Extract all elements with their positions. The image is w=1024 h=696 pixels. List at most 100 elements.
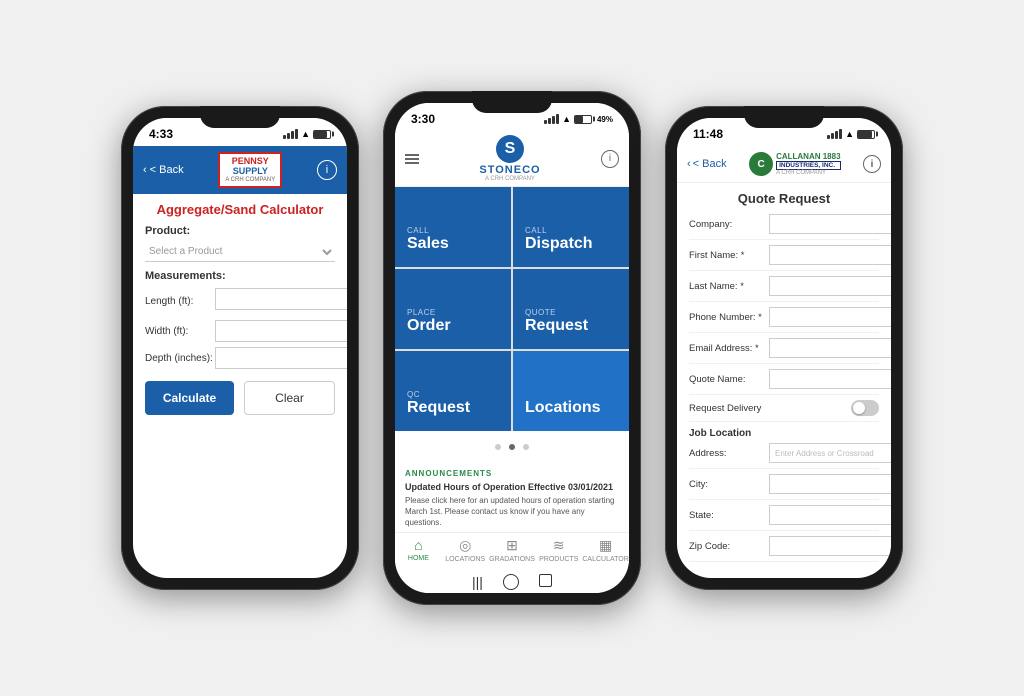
- p1-back-button[interactable]: ‹ < Back: [143, 164, 184, 176]
- p1-width-label: Width (ft):: [145, 326, 215, 337]
- tile-call-sales[interactable]: CALL Sales: [395, 187, 511, 267]
- p3-email-input[interactable]: [769, 338, 891, 358]
- notch-1: [200, 106, 280, 128]
- p3-back-button[interactable]: ‹ < Back: [687, 158, 727, 170]
- clear-button[interactable]: Clear: [244, 381, 335, 415]
- status-icons-2: ▲ 49%: [544, 114, 613, 124]
- p2-menu-button[interactable]: [405, 154, 419, 164]
- p3-chevron: ‹: [687, 158, 691, 170]
- nav-products[interactable]: ≋ PRODUCTS: [535, 537, 582, 563]
- p1-buttons: Calculate Clear: [145, 381, 335, 415]
- notch-3: [744, 106, 824, 128]
- p3-city-input[interactable]: [769, 474, 891, 494]
- menu-line-3: [405, 162, 419, 164]
- wifi-icon-3: ▲: [845, 129, 854, 139]
- p3-back-label: < Back: [693, 158, 727, 170]
- nav-gradations[interactable]: ⊞ GRADATIONS: [489, 537, 536, 563]
- menu-line-2: [405, 158, 419, 160]
- p3-header: ‹ < Back C CALLANAN 1883 INDUSTRIES, INC…: [677, 146, 891, 183]
- s2-bar2: [548, 118, 551, 124]
- p1-product-label: Product:: [145, 225, 335, 237]
- p3-firstname-label: First Name: *: [689, 250, 769, 261]
- p3-city-label: City:: [689, 479, 769, 490]
- pennsy-logo: PENNSY SUPPLY A CRH COMPANY: [218, 152, 282, 188]
- p3-quotename-label: Quote Name:: [689, 374, 769, 385]
- p3-phone-input[interactable]: [769, 307, 891, 327]
- battery-icon-3: [857, 130, 875, 139]
- signal-bar-1: [283, 135, 286, 139]
- home-bar-lines: |||: [472, 574, 483, 590]
- p3-lastname-input[interactable]: [769, 276, 891, 296]
- p1-product-select[interactable]: Select a Product: [145, 242, 335, 262]
- p3-info-button[interactable]: i: [863, 155, 881, 173]
- p1-calculator-title: Aggregate/Sand Calculator: [145, 202, 335, 217]
- p3-quotename-input[interactable]: [769, 369, 891, 389]
- p3-zip-row: Zip Code:: [689, 536, 879, 562]
- info-circle-3: i: [863, 155, 881, 173]
- dot-3: [523, 444, 529, 450]
- stoneco-name: STONECO: [479, 164, 540, 176]
- tile-call-dispatch[interactable]: CALL Dispatch: [513, 187, 629, 267]
- nav-home-label: HOME: [408, 555, 429, 562]
- callanan-crh: A CRH COMPANY: [776, 170, 840, 176]
- status-icons-1: ▲: [283, 129, 331, 139]
- p3-firstname-input[interactable]: [769, 245, 891, 265]
- callanan-ind: INDUSTRIES, INC.: [776, 161, 840, 170]
- nav-locations[interactable]: ◎ LOCATIONS: [442, 537, 489, 563]
- tile-qc-request[interactable]: QC Request: [395, 351, 511, 431]
- p1-depth-input[interactable]: [215, 347, 347, 369]
- p3-zip-input[interactable]: [769, 536, 891, 556]
- notch-2: [472, 91, 552, 113]
- tile-quote-request[interactable]: QUOTE Request: [513, 269, 629, 349]
- callanan-logo-text: CALLANAN 1883 INDUSTRIES, INC. A CRH COM…: [776, 152, 840, 176]
- phone-2-screen: 3:30 ▲ 49%: [395, 103, 629, 593]
- callanan-name: CALLANAN 1883: [776, 152, 840, 161]
- tile-locations[interactable]: Locations: [513, 351, 629, 431]
- tile-place-order[interactable]: PLACE Order: [395, 269, 511, 349]
- p1-depth-label: Depth (inches):: [145, 353, 215, 364]
- phone-3-screen: 11:48 ▲ ‹ < B: [677, 118, 891, 578]
- wifi-icon-2: ▲: [562, 114, 571, 124]
- nav-locations-label: LOCATIONS: [445, 556, 485, 563]
- p3-address-input[interactable]: [769, 443, 891, 463]
- p3-job-location-title: Job Location: [689, 428, 879, 439]
- p2-tile-grid: CALL Sales CALL Dispatch PLACE Order QUO…: [395, 187, 629, 431]
- tile-place-label: PLACE: [407, 308, 499, 317]
- gradations-icon: ⊞: [506, 537, 518, 554]
- s2-bar4: [556, 114, 559, 124]
- calculator-icon: ▦: [599, 537, 612, 554]
- signal-bar-4: [295, 129, 298, 139]
- p3-delivery-row: Request Delivery: [689, 400, 879, 422]
- p3-company-input[interactable]: [769, 214, 891, 234]
- announcements-body1: Please click here for an updated hours o…: [405, 495, 619, 529]
- nav-home[interactable]: ⌂ HOME: [395, 537, 442, 563]
- battery-icon-2: [574, 115, 592, 124]
- home-bar-circle[interactable]: [503, 574, 519, 590]
- p3-delivery-toggle[interactable]: [851, 400, 879, 416]
- p1-width-input[interactable]: [215, 320, 347, 342]
- calculate-button[interactable]: Calculate: [145, 381, 234, 415]
- p3-state-row: State:: [689, 505, 879, 531]
- p3-lastname-label: Last Name: *: [689, 281, 769, 292]
- p1-content: Aggregate/Sand Calculator Product: Selec…: [133, 194, 347, 423]
- s2-bar3: [552, 116, 555, 124]
- tile-call-sales-label: CALL: [407, 226, 499, 235]
- p1-length-input[interactable]: [215, 288, 347, 310]
- back-label: < Back: [150, 164, 184, 176]
- time-2: 3:30: [411, 112, 435, 126]
- chevron-left-icon: ‹: [143, 164, 147, 176]
- callanan-c-circle: C: [749, 152, 773, 176]
- dot-1: [495, 444, 501, 450]
- signal-icon-2: [544, 114, 559, 124]
- nav-calculator[interactable]: ▦ CALCULATOR: [582, 537, 629, 563]
- p3-email-label: Email Address: *: [689, 343, 769, 354]
- battery-icon-1: [313, 130, 331, 139]
- p1-info-button[interactable]: i: [317, 160, 337, 180]
- p2-info-button[interactable]: i: [601, 150, 619, 168]
- signal-bar-3: [291, 131, 294, 139]
- callanan-logo: C CALLANAN 1883 INDUSTRIES, INC. A CRH C…: [749, 152, 840, 176]
- p3-form-content: Quote Request Company: First Name: * Las…: [677, 183, 891, 573]
- p1-depth-field: Depth (inches):: [145, 347, 335, 369]
- p3-state-input[interactable]: [769, 505, 891, 525]
- s3-bar4: [839, 129, 842, 139]
